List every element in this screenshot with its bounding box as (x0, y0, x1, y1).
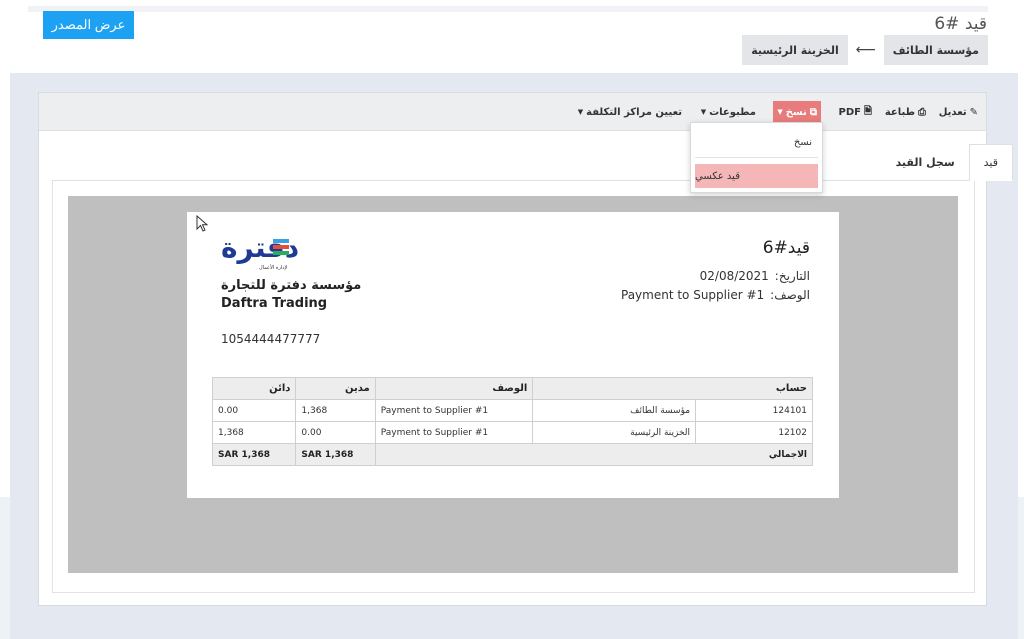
date-value: 02/08/2021 (699, 269, 769, 283)
copy-icon: ⧉ (809, 106, 817, 118)
breadcrumb: مؤسسة الطائف ⟵ الخزينة الرئيسية (742, 35, 988, 65)
header-debit: مدين (295, 377, 376, 400)
row-debit: 0.00 (295, 421, 376, 444)
frame-right-edge (1018, 497, 1024, 639)
header-account: حساب (532, 377, 813, 400)
print-button[interactable]: ⎙ طباعة (881, 101, 930, 123)
copy-label: نسخ (785, 106, 807, 118)
caret-down-icon: ▼ (577, 108, 584, 116)
row-account-name: الخزينة الرئيسية (532, 421, 697, 444)
pdf-label: PDF (838, 106, 861, 118)
daftra-logo: دفترة لإدارة الأعمال (221, 231, 299, 271)
caret-down-icon: ▼ (700, 108, 707, 116)
logo-tagline: لإدارة الأعمال (259, 264, 288, 271)
row-credit: 0.00 (211, 399, 297, 422)
copy-dropdown-button[interactable]: ⧉ نسخ ▼ (773, 101, 821, 123)
menu-divider (695, 157, 818, 158)
entry-title: قيد#6 (762, 238, 810, 258)
table-row: 12102 الخزينة الرئيسية Payment to Suppli… (211, 421, 813, 444)
breadcrumb-treasury-link[interactable]: الخزينة الرئيسية (742, 35, 848, 65)
date-label: التاريخ: (774, 269, 810, 283)
header-credit: دائن (211, 377, 297, 400)
cost-centers-label: تعيين مراكز التكلفة (586, 106, 682, 118)
breadcrumb-arrow-icon: ⟵ (855, 42, 876, 58)
row-account-code: 12102 (695, 421, 813, 444)
company-name-arabic: مؤسسة دفترة للتجارة (221, 278, 362, 293)
total-debit: SAR 1,368 (295, 443, 376, 466)
description-value: Payment to Supplier #1 (621, 288, 765, 302)
file-icon: 🗎 (863, 105, 872, 117)
date-row: التاريخ: 02/08/2021 (700, 269, 810, 283)
tab-bar: قيد سجل القيد (882, 144, 1013, 181)
row-description: Payment to Supplier #1 (374, 421, 534, 444)
print-label: طباعة (884, 106, 915, 118)
menu-item-copy[interactable]: نسخ (794, 137, 812, 148)
view-source-button[interactable]: عرض المصدر (43, 11, 134, 39)
printables-label: مطبوعات (709, 106, 756, 118)
row-account-code: 124101 (695, 399, 813, 422)
row-credit: 1,368 (211, 421, 297, 444)
total-credit: SAR 1,368 (211, 443, 297, 466)
breadcrumb-current[interactable]: مؤسسة الطائف (883, 35, 988, 65)
caret-down-icon: ▼ (777, 108, 783, 116)
tab-entry[interactable]: قيد (968, 144, 1013, 181)
menu-item-reverse-entry[interactable]: قيد عكسي (695, 164, 818, 188)
total-label: الاجمالي (374, 443, 814, 466)
row-account-name: مؤسسة الطائف (532, 399, 697, 422)
frame-left-edge (0, 497, 10, 639)
header-description: الوصف (374, 377, 534, 400)
journal-lines-table: حساب الوصف مدين دائن 124101 مؤسسة الطائف… (211, 377, 814, 466)
cost-centers-dropdown-button[interactable]: تعيين مراكز التكلفة ▼ (574, 101, 686, 123)
top-strip (28, 6, 988, 12)
table-total-row: الاجمالي SAR 1,368 SAR 1,368 (211, 443, 814, 466)
action-toolbar: ✎ تعديل ⎙ طباعة 🗎 PDF ⧉ نسخ ▼ مطبوعات ▼ … (39, 93, 986, 131)
mouse-pointer-icon (196, 215, 209, 232)
description-label: الوصف: (770, 288, 810, 302)
printer-icon: ⎙ (918, 106, 926, 118)
row-description: Payment to Supplier #1 (374, 399, 534, 422)
pencil-icon: ✎ (969, 106, 978, 118)
tax-number: 1054444477777 (221, 332, 321, 346)
table-row: 124101 مؤسسة الطائف Payment to Supplier … (211, 399, 813, 422)
row-debit: 1,368 (295, 399, 376, 422)
description-row: الوصف: Payment to Supplier #1 (621, 288, 810, 302)
copy-dropdown-menu: نسخ قيد عكسي (690, 122, 823, 193)
tab-entry-log[interactable]: سجل القيد (882, 144, 969, 181)
pdf-button[interactable]: 🗎 PDF (834, 101, 876, 123)
company-name-english: Daftra Trading (221, 296, 328, 311)
edit-button[interactable]: ✎ تعديل (935, 101, 982, 123)
entry-document: دفترة لإدارة الأعمال مؤسسة دفترة للتجارة… (187, 212, 839, 498)
table-header-row: حساب الوصف مدين دائن (211, 377, 813, 400)
edit-label: تعديل (938, 106, 967, 118)
printables-dropdown-button[interactable]: مطبوعات ▼ (697, 101, 760, 123)
page-title: قيد #6 (934, 14, 987, 34)
